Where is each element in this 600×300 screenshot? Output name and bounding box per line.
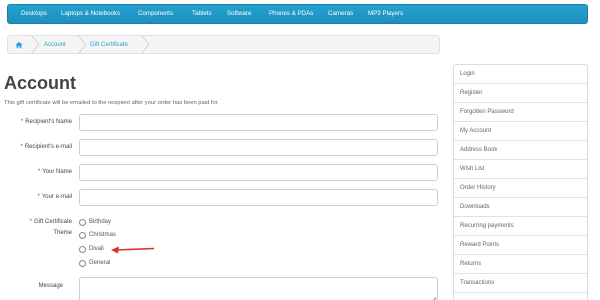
message-label: Message	[38, 283, 63, 289]
sidebar-item-forgotten-password[interactable]: Forgotten Password	[454, 103, 587, 122]
breadcrumb-separator-icon	[77, 35, 87, 54]
radio-button[interactable]	[79, 260, 86, 267]
required-marker: *	[20, 144, 23, 150]
sidebar-item-reward-points[interactable]: Reward Points	[454, 236, 587, 255]
gift-theme-label: * Gift Certificate	[29, 219, 72, 225]
your-name-label: * Your Name	[37, 169, 72, 175]
gift-theme-label-line2: Theme	[53, 230, 72, 236]
menu-item-cameras[interactable]: Cameras	[328, 10, 353, 17]
recipient-email-label: * Recipient's e-mail	[20, 144, 72, 150]
menu-item-tablets[interactable]: Tablets	[192, 10, 212, 17]
sidebar-item-returns[interactable]: Returns	[454, 255, 587, 274]
required-marker: *	[37, 169, 41, 175]
sidebar-item-my-account[interactable]: My Account	[454, 122, 587, 141]
recipient-email-input[interactable]	[79, 139, 438, 156]
account-sidebar: Login Register Forgotten Password My Acc…	[453, 64, 588, 300]
message-textarea[interactable]	[79, 277, 438, 300]
your-name-input[interactable]	[79, 164, 438, 181]
radio-button[interactable]	[79, 232, 86, 239]
intro-text: This gift certificate will be emailed to…	[4, 100, 219, 106]
sidebar-item-login[interactable]: Login	[454, 65, 587, 84]
sidebar-item-address-book[interactable]: Address Book	[454, 141, 587, 160]
top-menu: Desktops Laptops & Notebooks Components …	[7, 4, 588, 24]
sidebar-item-register[interactable]: Register	[454, 84, 587, 103]
radio-button[interactable]	[79, 246, 86, 253]
your-email-input[interactable]	[79, 189, 438, 206]
recipient-name-label: * Recipient's Name	[20, 119, 72, 125]
breadcrumb-account-link[interactable]: Account	[44, 42, 66, 48]
required-marker: *	[20, 119, 24, 125]
radio-button[interactable]	[79, 219, 86, 226]
recipient-name-input[interactable]	[79, 114, 438, 131]
page-title: Account	[4, 73, 76, 93]
annotation-arrow-icon	[111, 246, 155, 254]
menu-item-laptops-notebooks[interactable]: Laptops & Notebooks	[61, 10, 120, 17]
breadcrumb: Account Gift Certificate	[7, 35, 440, 54]
sidebar-item-recurring-payments[interactable]: Recurring payments	[454, 217, 587, 236]
home-icon[interactable]	[15, 41, 23, 49]
sidebar-item-order-history[interactable]: Order History	[454, 179, 587, 198]
your-email-label: * Your e-mail	[37, 194, 72, 200]
sidebar-item-downloads[interactable]: Downloads	[454, 198, 587, 217]
breadcrumb-gift-certificate-link[interactable]: Gift Certificate	[90, 42, 128, 48]
menu-item-components[interactable]: Components	[138, 10, 173, 17]
menu-item-software[interactable]: Software	[227, 10, 251, 17]
breadcrumb-separator-icon	[140, 35, 150, 54]
sidebar-item-wish-list[interactable]: Wish List	[454, 160, 587, 179]
breadcrumb-separator-icon	[30, 35, 40, 54]
sidebar-item-transactions[interactable]: Transactions	[454, 274, 587, 293]
menu-item-phones-pdas[interactable]: Phones & PDAs	[269, 10, 313, 17]
required-marker: *	[29, 219, 32, 225]
menu-item-desktops[interactable]: Desktops	[21, 10, 47, 17]
menu-item-mp3-players[interactable]: MP3 Players	[368, 10, 403, 17]
required-marker: *	[37, 194, 40, 200]
